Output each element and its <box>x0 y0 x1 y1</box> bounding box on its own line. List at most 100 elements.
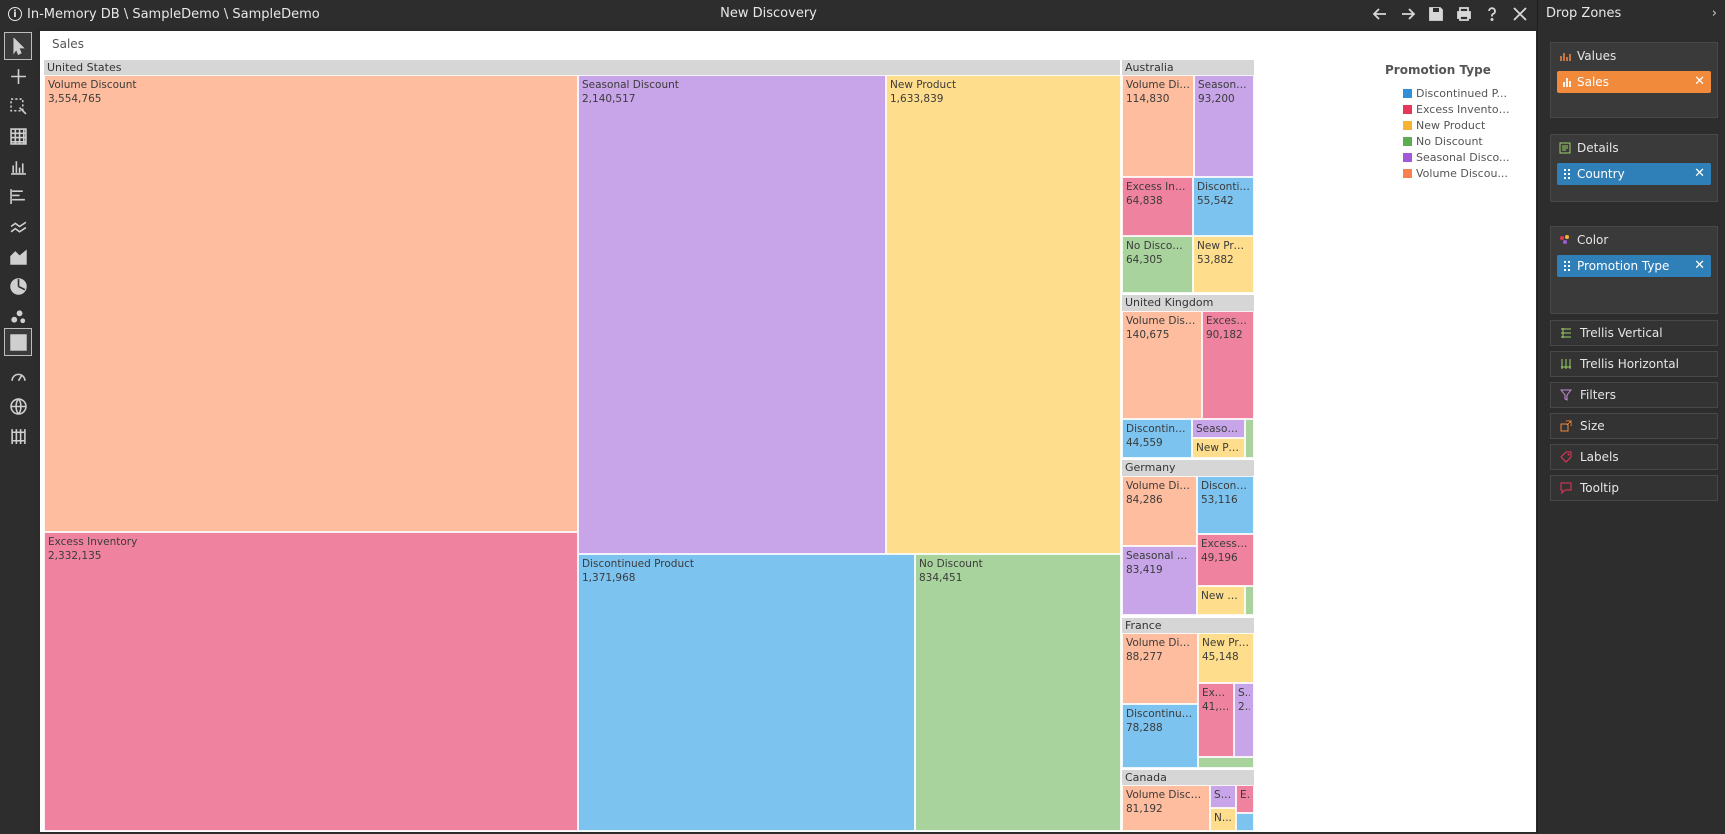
treemap-cell[interactable]: Volume Disco...88,277 <box>1122 633 1198 705</box>
bar-chart-icon <box>1563 78 1571 87</box>
legend-item[interactable]: No Discount <box>1385 133 1510 149</box>
scatter-chart-icon[interactable] <box>4 302 32 330</box>
map-globe-icon[interactable] <box>4 392 32 420</box>
treemap-cell[interactable]: Excess Invent...64,838 <box>1122 177 1193 237</box>
treemap-cell[interactable]: Excess Inv...49,196 <box>1197 533 1254 586</box>
treemap-cell[interactable]: Excess I...90,182 <box>1202 310 1254 420</box>
color-zone[interactable]: Color Promotion Type ✕ <box>1550 226 1718 314</box>
treemap-cell[interactable]: Discontinued...44,559 <box>1122 419 1192 459</box>
treemap-cell[interactable]: Volume Disco...84,286 <box>1122 475 1197 546</box>
labels-label: Labels <box>1580 450 1619 464</box>
values-zone[interactable]: Values Sales ✕ <box>1550 42 1718 118</box>
back-icon[interactable] <box>1371 5 1389 23</box>
treemap-cell[interactable] <box>1245 585 1254 615</box>
legend-item[interactable]: New Product <box>1385 117 1510 133</box>
treemap-group-header[interactable]: Germany <box>1122 460 1254 476</box>
print-icon[interactable] <box>1455 5 1473 23</box>
legend-label: Discontinued P... <box>1416 86 1507 100</box>
treemap-cell[interactable]: N... <box>1210 807 1236 831</box>
table-icon[interactable] <box>4 122 32 150</box>
remove-icon[interactable]: ✕ <box>1694 71 1705 93</box>
treemap-cell-value: 49,196 <box>1201 551 1238 564</box>
treemap-cell[interactable]: Discontinued ...78,288 <box>1122 704 1198 768</box>
remove-icon[interactable]: ✕ <box>1694 255 1705 277</box>
close-icon[interactable] <box>1511 5 1529 23</box>
pie-chart-icon[interactable] <box>4 272 32 300</box>
treemap-icon[interactable] <box>4 328 32 356</box>
treemap-cell[interactable]: No Discount 64,305 <box>1122 236 1193 293</box>
trellis-horizontal-icon <box>1561 359 1571 369</box>
treemap-cell-label: New Pr... <box>1201 589 1241 602</box>
add-crosshair-icon[interactable] <box>4 62 32 90</box>
treemap-cell[interactable]: Seasonal Disc...83,419 <box>1122 545 1197 615</box>
breadcrumb[interactable]: i In-Memory DB \ SampleDemo \ SampleDemo <box>8 0 320 28</box>
treemap-group-header[interactable]: Australia <box>1122 59 1254 76</box>
details-zone[interactable]: Details Country ✕ <box>1550 134 1718 202</box>
treemap-cell[interactable] <box>1236 813 1254 831</box>
treemap-cell[interactable]: Volume Discou...140,675 <box>1122 310 1202 420</box>
promotion-type-chip[interactable]: Promotion Type ✕ <box>1557 255 1711 277</box>
legend-item[interactable]: Seasonal Disco... <box>1385 149 1510 165</box>
legend-item[interactable]: Excess Inventor... <box>1385 101 1510 117</box>
area-chart-icon[interactable] <box>4 242 32 270</box>
filter-icon <box>1560 389 1572 401</box>
help-icon[interactable] <box>1483 5 1501 23</box>
select-pointer-icon[interactable] <box>4 32 32 60</box>
trellis-vertical-label: Trellis Vertical <box>1580 326 1663 340</box>
size-zone[interactable]: Size <box>1550 413 1718 439</box>
bar-chart-icon[interactable] <box>4 182 32 210</box>
remove-icon[interactable]: ✕ <box>1694 163 1705 185</box>
treemap-group-header[interactable]: Canada <box>1122 769 1254 786</box>
treemap-cell-label: New Product <box>890 79 957 92</box>
trellis-horizontal-zone[interactable]: Trellis Horizontal <box>1550 351 1718 377</box>
country-chip[interactable]: Country ✕ <box>1557 163 1711 185</box>
chevron-right-icon[interactable]: › <box>1712 0 1717 28</box>
treemap-group-header[interactable]: United States <box>44 59 1120 76</box>
treemap-cell-value: 90,182 <box>1206 328 1243 341</box>
treemap-cell[interactable]: Seasonal Discount 2,140,517 <box>578 75 886 554</box>
treemap-cell[interactable]: Excess Inventory 2,332,135 <box>44 532 578 831</box>
treemap-cell[interactable]: No Discount 834,451 <box>915 553 1121 831</box>
tooltip-zone[interactable]: Tooltip <box>1550 475 1718 501</box>
treemap-cell[interactable]: Se... <box>1210 785 1236 808</box>
treemap-group-header[interactable]: United Kingdom <box>1122 295 1254 311</box>
lasso-select-icon[interactable] <box>4 92 32 120</box>
treemap-cell[interactable]: Volume Disc...114,830 <box>1122 75 1194 178</box>
treemap-cell[interactable]: Exce...41,6... <box>1198 683 1234 757</box>
treemap-cell[interactable] <box>1245 419 1254 459</box>
gauge-icon[interactable] <box>4 362 32 390</box>
treemap-cell[interactable]: New Prod...53,882 <box>1193 236 1254 293</box>
treemap-cell[interactable]: New Product 1,633,839 <box>886 75 1121 554</box>
treemap-cell[interactable]: S...2... <box>1234 683 1254 757</box>
column-chart-icon[interactable] <box>4 152 32 180</box>
trellis-vertical-zone[interactable]: Trellis Vertical <box>1550 320 1718 346</box>
treemap-cell[interactable]: New Pro... <box>1192 438 1245 459</box>
treemap-cell[interactable]: Seasonal ...93,200 <box>1194 75 1254 178</box>
info-icon[interactable]: i <box>8 7 22 21</box>
legend-label: Excess Inventor... <box>1416 102 1510 116</box>
treemap-cell-label: Seasonal Discount <box>582 79 679 92</box>
treemap-cell[interactable]: New Pr... <box>1197 585 1245 615</box>
treemap-cell[interactable]: E... <box>1236 785 1254 814</box>
filters-zone[interactable]: Filters <box>1550 382 1718 408</box>
save-icon[interactable] <box>1427 5 1445 23</box>
treemap-cell[interactable]: Volume Discount 3,554,765 <box>44 75 578 533</box>
legend-item[interactable]: Volume Discou... <box>1385 165 1510 181</box>
treemap-cell[interactable]: Discontinued Product 1,371,968 <box>578 553 915 831</box>
treemap-cell-label: New Prod... <box>1197 240 1250 253</box>
sales-chip[interactable]: Sales ✕ <box>1557 71 1711 93</box>
treemap-group-header[interactable]: France <box>1122 617 1254 634</box>
treemap-cell[interactable]: New Pro... 45,148 <box>1198 633 1254 684</box>
labels-zone[interactable]: Labels <box>1550 444 1718 470</box>
treemap-cell[interactable] <box>1198 756 1254 768</box>
forward-icon[interactable] <box>1399 5 1417 23</box>
legend-item[interactable]: Discontinued P... <box>1385 85 1510 101</box>
details-icon <box>1559 142 1571 154</box>
treemap-cell[interactable]: Seasonal... <box>1192 419 1245 439</box>
trellis-horizontal-label: Trellis Horizontal <box>1580 357 1679 371</box>
pivot-icon[interactable] <box>4 422 32 450</box>
treemap-cell[interactable]: Disconti... 53,116 <box>1197 475 1254 534</box>
treemap-cell[interactable]: Discontinu...55,542 <box>1193 177 1254 237</box>
line-chart-icon[interactable] <box>4 212 32 240</box>
treemap-cell[interactable]: Volume Discount 81,192 <box>1122 785 1210 831</box>
